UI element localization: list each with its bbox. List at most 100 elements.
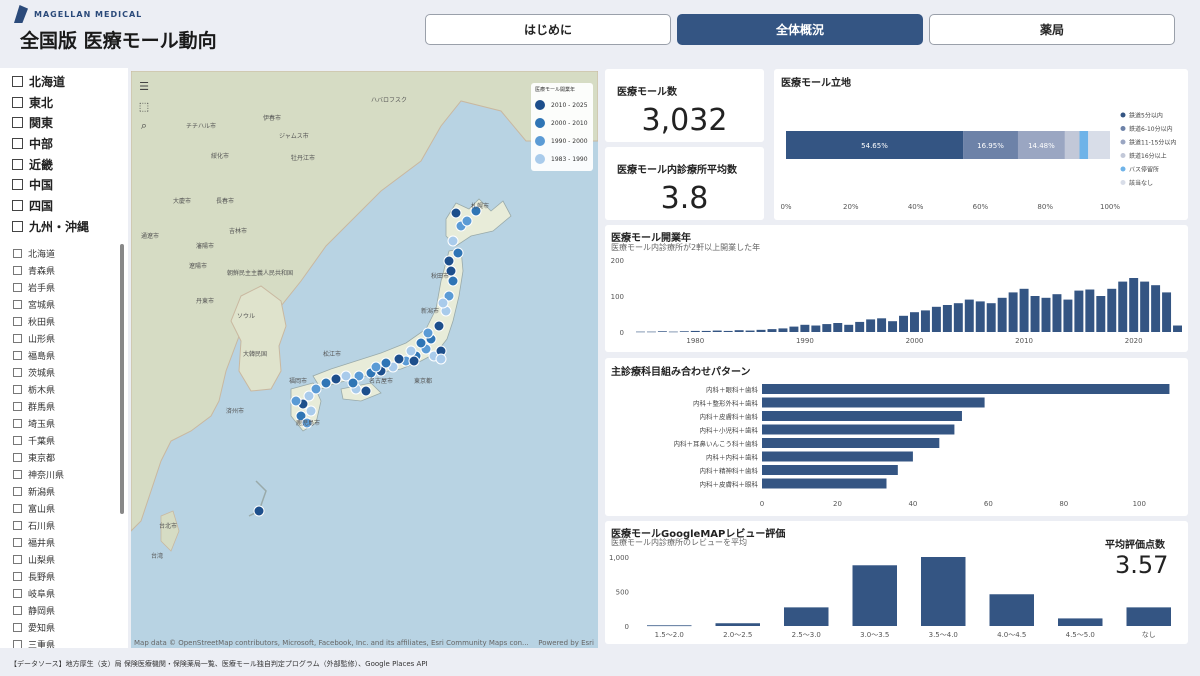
year-bar bbox=[679, 331, 689, 332]
checkbox[interactable] bbox=[13, 384, 22, 394]
checkbox[interactable] bbox=[12, 220, 23, 232]
checkbox[interactable] bbox=[12, 158, 23, 170]
checkbox[interactable] bbox=[12, 179, 23, 191]
region-filter-item[interactable]: 四国 bbox=[0, 195, 128, 216]
prefecture-filter-item[interactable]: 埼玉県 bbox=[0, 415, 128, 432]
prefecture-filter-item[interactable]: 栃木県 bbox=[0, 381, 128, 398]
prefecture-filter-label: 山梨県 bbox=[28, 555, 56, 566]
checkbox[interactable] bbox=[12, 117, 23, 129]
map-canvas[interactable] bbox=[131, 71, 598, 648]
checkbox[interactable] bbox=[13, 435, 22, 445]
x-tick-label: 4.0～4.5 bbox=[997, 631, 1026, 639]
checkbox[interactable] bbox=[13, 418, 22, 428]
prefecture-filter-item[interactable]: 千葉県 bbox=[0, 432, 128, 449]
checkbox[interactable] bbox=[13, 265, 22, 275]
prefecture-filter-item[interactable]: 静岡県 bbox=[0, 602, 128, 619]
search-icon[interactable]: ⌕ bbox=[137, 119, 151, 133]
place-label: ソウル bbox=[237, 313, 256, 320]
checkbox[interactable] bbox=[13, 622, 22, 632]
checkbox[interactable] bbox=[13, 571, 22, 581]
region-filter-item[interactable]: 九州・沖縄 bbox=[0, 216, 128, 237]
prefecture-filter-label: 岩手県 bbox=[28, 283, 56, 294]
checkbox[interactable] bbox=[13, 316, 22, 326]
legend-item: 2010 - 2025 bbox=[535, 96, 589, 114]
year-bar bbox=[723, 330, 733, 332]
prefecture-filter-item[interactable]: 北海道 bbox=[0, 245, 128, 262]
checkbox[interactable] bbox=[13, 350, 22, 360]
region-filter-item[interactable]: 中部 bbox=[0, 133, 128, 154]
checkbox[interactable] bbox=[12, 199, 23, 211]
tab-intro[interactable]: はじめに bbox=[425, 14, 671, 45]
region-filter-item[interactable]: 関東 bbox=[0, 112, 128, 133]
prefecture-filter-item[interactable]: 山形県 bbox=[0, 330, 128, 347]
region-filter-item[interactable]: 近畿 bbox=[0, 154, 128, 175]
prefecture-filter-item[interactable]: 青森県 bbox=[0, 262, 128, 279]
checkbox[interactable] bbox=[13, 520, 22, 530]
prefecture-filter-item[interactable]: 神奈川県 bbox=[0, 466, 128, 483]
checkbox[interactable] bbox=[13, 639, 22, 648]
checkbox[interactable] bbox=[13, 299, 22, 309]
checkbox[interactable] bbox=[13, 503, 22, 513]
checkbox[interactable] bbox=[12, 96, 23, 108]
prefecture-filter-item[interactable]: 宮城県 bbox=[0, 296, 128, 313]
x-tick-label: 1980 bbox=[686, 337, 704, 345]
prefecture-filter-item[interactable]: 愛知県 bbox=[0, 619, 128, 636]
prefecture-filter-item[interactable]: 長野県 bbox=[0, 568, 128, 585]
category-label: 内科＋皮膚科＋眼科 bbox=[700, 480, 759, 489]
checkbox[interactable] bbox=[13, 537, 22, 547]
region-filter-item[interactable]: 中国 bbox=[0, 174, 128, 195]
prefecture-filter-item[interactable]: 福井県 bbox=[0, 534, 128, 551]
mall-marker bbox=[405, 345, 417, 357]
year-bar bbox=[975, 301, 985, 332]
year-bar bbox=[877, 318, 887, 332]
checkbox[interactable] bbox=[13, 401, 22, 411]
checkbox[interactable] bbox=[13, 282, 22, 292]
y-tick-label: 0 bbox=[620, 329, 624, 337]
checkbox[interactable] bbox=[13, 452, 22, 462]
checkbox[interactable] bbox=[12, 137, 23, 149]
region-filter-item[interactable]: 東北 bbox=[0, 92, 128, 113]
prefecture-filter-item[interactable]: 福島県 bbox=[0, 347, 128, 364]
year-bar bbox=[986, 303, 996, 332]
x-tick-label: なし bbox=[1142, 631, 1156, 639]
prefecture-filter-item[interactable]: 石川県 bbox=[0, 517, 128, 534]
mall-marker bbox=[433, 320, 445, 332]
prefecture-filter-item[interactable]: 三重県 bbox=[0, 636, 128, 648]
legend-label: 鉄道5分以内 bbox=[1129, 112, 1163, 120]
checkbox[interactable] bbox=[13, 486, 22, 496]
open-year-chart: 0 100 200 1980 1990 2000 2010 2020 bbox=[611, 257, 1182, 345]
checkbox[interactable] bbox=[12, 75, 23, 87]
region-filter-item[interactable]: 北海道 bbox=[0, 71, 128, 92]
mall-marker bbox=[422, 327, 434, 339]
prefecture-filter-item[interactable]: 岐阜県 bbox=[0, 585, 128, 602]
menu-icon[interactable]: ☰ bbox=[137, 79, 151, 93]
prefecture-filter-item[interactable]: 富山県 bbox=[0, 500, 128, 517]
prefecture-filter-item[interactable]: 東京都 bbox=[0, 449, 128, 466]
location-chart: 54.65% 16.95% 14.48% 0% 20% 40% 60% 80% 100% 鉄道5分… bbox=[780, 112, 1176, 212]
prefecture-filter-item[interactable]: 岩手県 bbox=[0, 279, 128, 296]
year-bar bbox=[800, 324, 810, 332]
tab-pharmacy[interactable]: 薬局 bbox=[929, 14, 1175, 45]
x-tick-label: 20% bbox=[843, 203, 859, 211]
legend-swatch bbox=[1120, 126, 1126, 131]
tab-overview[interactable]: 全体概況 bbox=[677, 14, 923, 45]
checkbox[interactable] bbox=[13, 333, 22, 343]
checkbox[interactable] bbox=[13, 469, 22, 479]
prefecture-filter-item[interactable]: 新潟県 bbox=[0, 483, 128, 500]
map-powered-by[interactable]: Powered by Esri bbox=[538, 639, 594, 647]
checkbox[interactable] bbox=[13, 588, 22, 598]
select-rectangle-icon[interactable]: ⬚ bbox=[137, 99, 151, 113]
legend-swatch bbox=[535, 118, 545, 128]
prefecture-filter-item[interactable]: 群馬県 bbox=[0, 398, 128, 415]
filter-scrollbar[interactable] bbox=[120, 244, 124, 514]
checkbox[interactable] bbox=[13, 554, 22, 564]
checkbox[interactable] bbox=[13, 605, 22, 615]
prefecture-filter-item[interactable]: 茨城県 bbox=[0, 364, 128, 381]
checkbox[interactable] bbox=[13, 367, 22, 377]
prefecture-filter-item[interactable]: 秋田県 bbox=[0, 313, 128, 330]
prefecture-filter-label: 静岡県 bbox=[28, 606, 56, 617]
legend-swatch bbox=[535, 136, 545, 146]
map-panel[interactable]: ハバロフスク 伊春市 チチハル市 ジャムス市 綏化市 牡丹江市 大慶市 長春市 … bbox=[131, 71, 598, 648]
checkbox[interactable] bbox=[13, 248, 22, 258]
prefecture-filter-item[interactable]: 山梨県 bbox=[0, 551, 128, 568]
